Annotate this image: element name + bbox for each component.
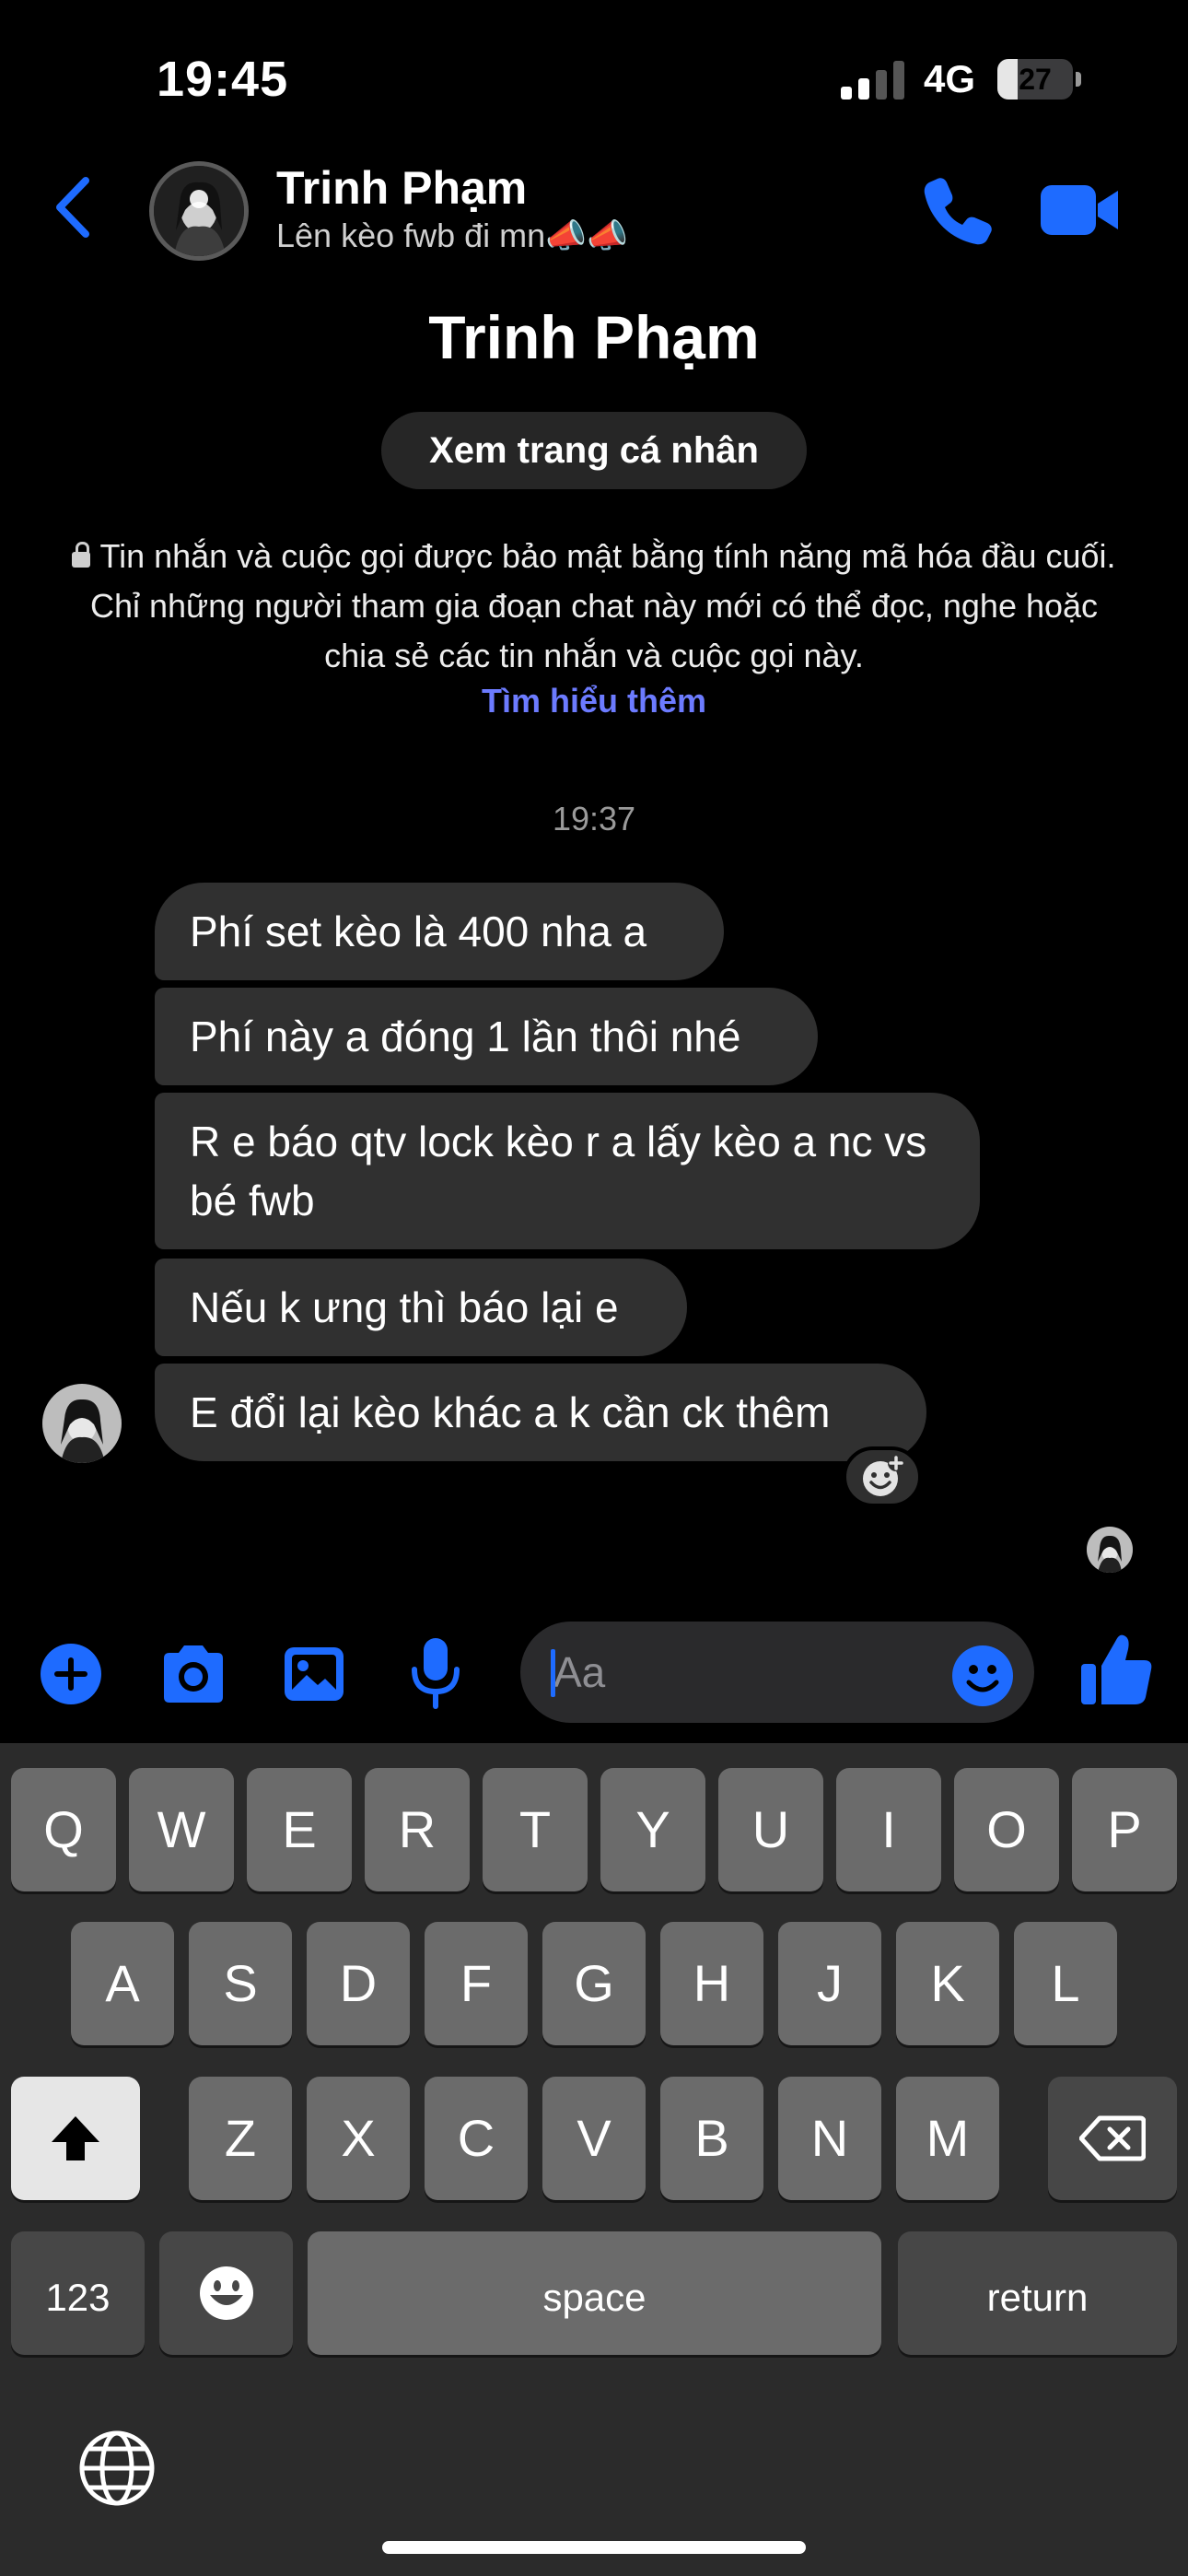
shift-key[interactable]	[11, 2077, 140, 2200]
chevron-left-icon[interactable]	[51, 175, 97, 240]
message-input[interactable]	[553, 1622, 940, 1723]
key-f[interactable]: F	[425, 1922, 528, 2045]
numbers-key-label: 123	[45, 2276, 111, 2319]
status-time: 19:45	[157, 52, 289, 107]
key-v[interactable]: V	[542, 2077, 646, 2200]
image-icon[interactable]	[282, 1642, 346, 1706]
key-z[interactable]: Z	[189, 2077, 292, 2200]
battery-indicator: 27	[997, 59, 1082, 100]
space-key-label: space	[542, 2276, 646, 2319]
contact-name[interactable]: Trinh Phạm	[276, 161, 527, 215]
key-k[interactable]: K	[896, 1922, 999, 2045]
key-t[interactable]: T	[483, 1768, 588, 1891]
space-key[interactable]: space	[308, 2231, 881, 2355]
shift-icon	[52, 2116, 99, 2160]
key-l[interactable]: L	[1014, 1922, 1117, 2045]
camera-icon[interactable]	[157, 1642, 230, 1706]
view-profile-button[interactable]: Xem trang cá nhân	[381, 412, 807, 489]
key-h[interactable]: H	[660, 1922, 763, 2045]
key-w[interactable]: W	[129, 1768, 234, 1891]
seen-avatar	[1087, 1527, 1133, 1573]
key-d[interactable]: D	[307, 1922, 410, 2045]
key-e[interactable]: E	[247, 1768, 352, 1891]
key-s[interactable]: S	[189, 1922, 292, 2045]
return-key-label: return	[986, 2276, 1089, 2319]
add-reaction-button[interactable]	[843, 1446, 922, 1507]
encryption-notice-text: Tin nhắn và cuộc gọi được bảo mật bằng t…	[89, 537, 1116, 674]
thumbs-up-icon[interactable]	[1079, 1631, 1153, 1708]
battery-percent: 27	[1019, 63, 1052, 96]
add-reaction-icon	[863, 1455, 904, 1496]
backspace-icon	[1078, 2115, 1147, 2161]
sender-avatar[interactable]	[42, 1384, 122, 1463]
return-key[interactable]: return	[898, 2231, 1177, 2355]
key-x[interactable]: X	[307, 2077, 410, 2200]
message-bubble[interactable]: Nếu k ưng thì báo lại e	[155, 1259, 687, 1356]
key-o[interactable]: O	[954, 1768, 1059, 1891]
message-bubble[interactable]: Phí này a đóng 1 lần thôi nhé	[155, 988, 818, 1085]
text-cursor	[551, 1649, 555, 1697]
key-a[interactable]: A	[71, 1922, 174, 2045]
key-n[interactable]: N	[778, 2077, 881, 2200]
key-y[interactable]: Y	[600, 1768, 705, 1891]
globe-icon[interactable]	[77, 2429, 157, 2508]
key-c[interactable]: C	[425, 2077, 528, 2200]
emoji-key[interactable]	[159, 2231, 293, 2355]
key-j[interactable]: J	[778, 1922, 881, 2045]
encryption-notice: Tin nhắn và cuộc gọi được bảo mật bằng t…	[55, 532, 1133, 681]
key-r[interactable]: R	[365, 1768, 470, 1891]
message-bubble[interactable]: Phí set kèo là 400 nha a	[155, 883, 724, 980]
lock-icon	[72, 542, 91, 569]
message-bubble[interactable]: E đổi lại kèo khác a k cần ck thêm	[155, 1364, 926, 1461]
video-camera-icon[interactable]	[1039, 180, 1122, 240]
avatar-photo	[42, 1384, 122, 1463]
key-m[interactable]: M	[896, 2077, 999, 2200]
key-i[interactable]: I	[836, 1768, 941, 1891]
plus-circle-icon[interactable]	[39, 1642, 103, 1706]
network-type: 4G	[924, 57, 976, 100]
phone-icon[interactable]	[921, 173, 995, 247]
microphone-icon[interactable]	[405, 1636, 466, 1712]
numbers-key[interactable]: 123	[11, 2231, 145, 2355]
key-g[interactable]: G	[542, 1922, 646, 2045]
smiley-icon	[199, 2266, 253, 2320]
avatar[interactable]	[149, 161, 249, 261]
key-b[interactable]: B	[660, 2077, 763, 2200]
profile-name: Trinh Phạm	[428, 303, 760, 371]
message-timestamp: 19:37	[552, 800, 636, 837]
delete-key[interactable]	[1048, 2077, 1177, 2200]
message-bubble[interactable]: R e báo qtv lock kèo r a lấy kèo a nc vs…	[155, 1093, 980, 1249]
smiley-icon[interactable]	[950, 1644, 1015, 1708]
cellular-signal-icon	[841, 61, 904, 100]
contact-status: Lên kèo fwb đi mn📣📣	[276, 217, 628, 254]
home-indicator[interactable]	[382, 2541, 806, 2554]
key-p[interactable]: P	[1072, 1768, 1177, 1891]
avatar-photo	[154, 166, 244, 256]
learn-more-link[interactable]: Tìm hiểu thêm	[0, 682, 1188, 720]
key-q[interactable]: Q	[11, 1768, 116, 1891]
key-u[interactable]: U	[718, 1768, 823, 1891]
